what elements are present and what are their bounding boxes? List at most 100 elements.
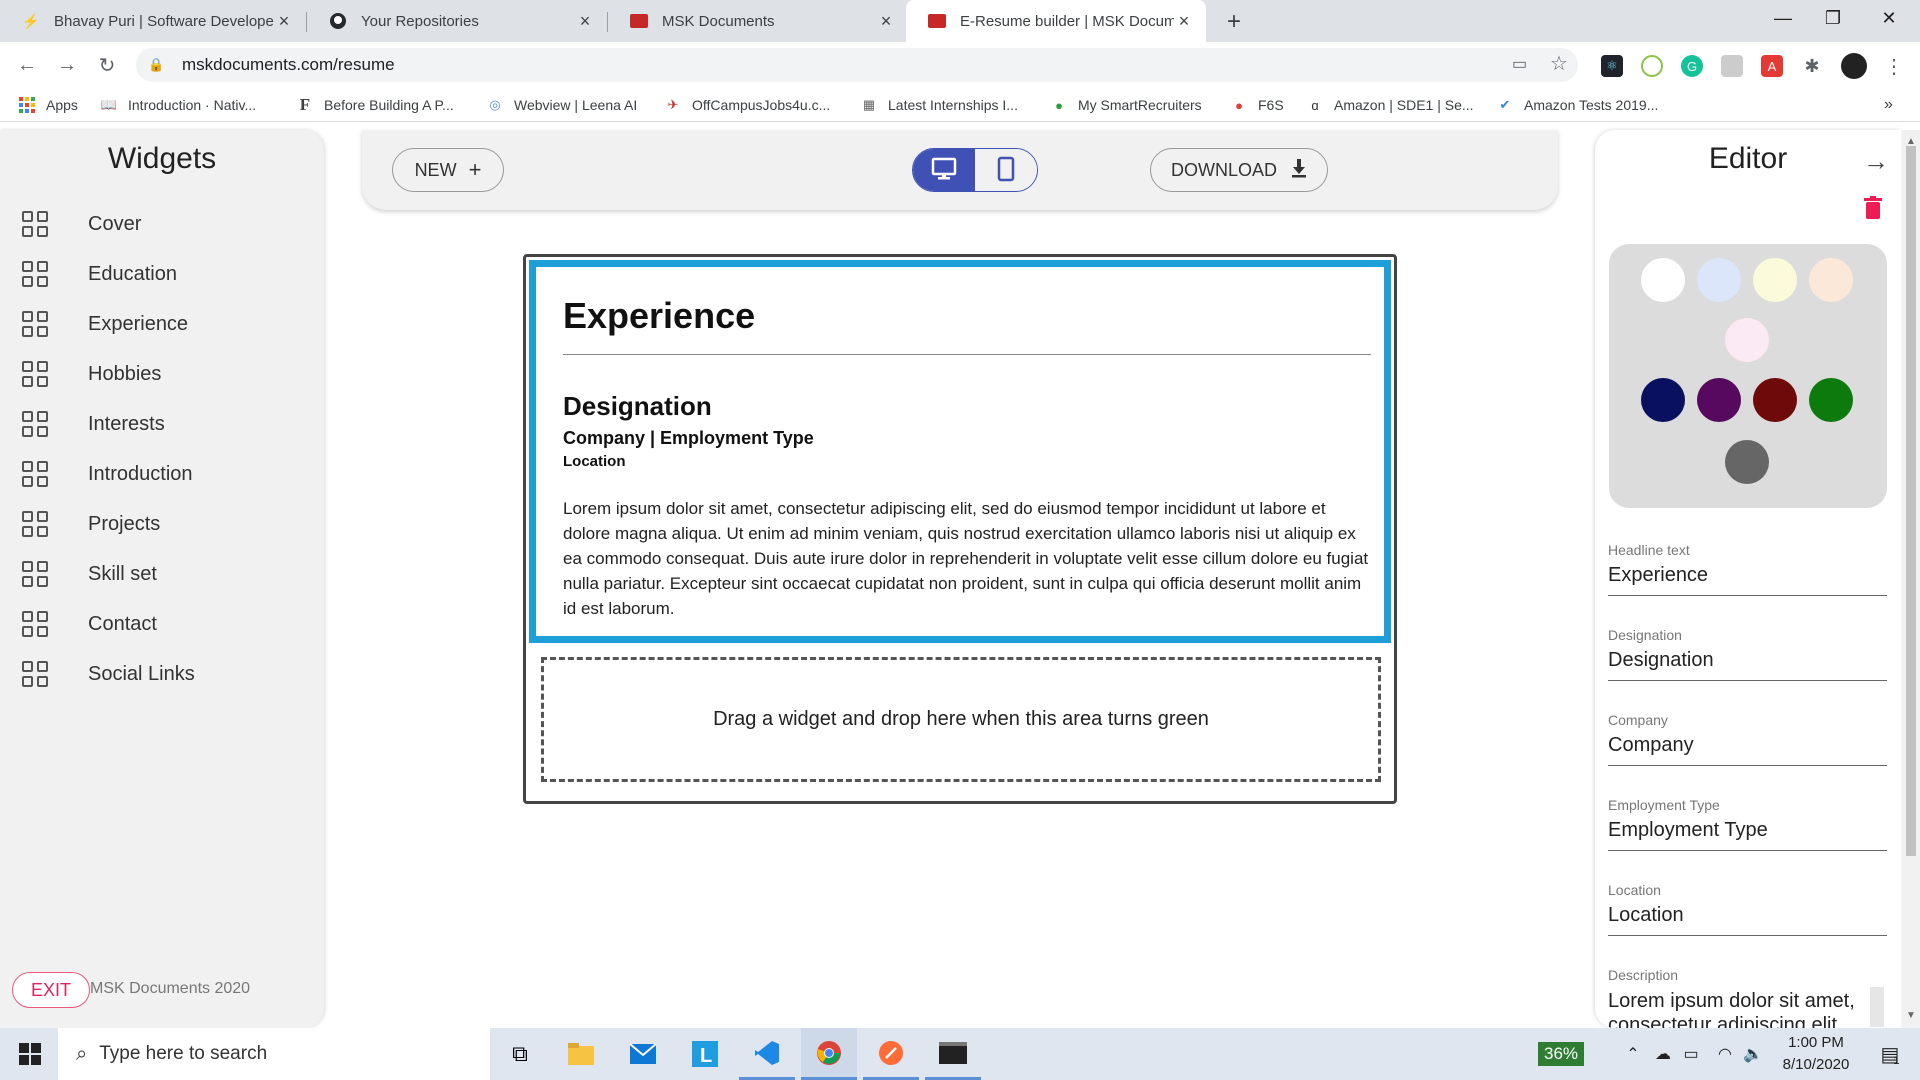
- widget-drop-zone[interactable]: Drag a widget and drop here when this ar…: [541, 657, 1381, 782]
- color-swatch-white[interactable]: [1641, 258, 1685, 302]
- close-window-icon[interactable]: ✕: [1866, 0, 1912, 36]
- bookmark-amazon-tests[interactable]: ✔ Amazon Tests 2019...: [1496, 94, 1659, 116]
- bookmark-f6s[interactable]: ● F6S: [1230, 94, 1284, 116]
- widget-projects[interactable]: Projects: [22, 507, 160, 541]
- field-value[interactable]: Employment Type: [1608, 819, 1868, 842]
- widget-skill-set[interactable]: Skill set: [22, 557, 157, 591]
- widget-interests[interactable]: Interests: [22, 407, 165, 441]
- color-swatch-light-blue[interactable]: [1697, 258, 1741, 302]
- chevron-up-icon[interactable]: ⌃: [1620, 1028, 1646, 1080]
- close-icon[interactable]: ×: [575, 11, 595, 32]
- back-arrow-icon[interactable]: ←: [12, 50, 42, 80]
- chrome-icon[interactable]: [801, 1028, 857, 1080]
- terminal-icon[interactable]: [925, 1028, 981, 1080]
- field-value[interactable]: Experience: [1608, 564, 1868, 587]
- url-input[interactable]: 🔒 mskdocuments.com/resume: [136, 48, 1578, 82]
- volume-icon[interactable]: 🔈: [1740, 1028, 1766, 1080]
- new-tab-button[interactable]: +: [1220, 8, 1248, 36]
- forward-arrow-icon[interactable]: →: [52, 50, 82, 80]
- color-swatch-gray[interactable]: [1725, 440, 1769, 484]
- widget-cover[interactable]: Cover: [22, 207, 141, 241]
- notifications-icon[interactable]: ▤ 1: [1868, 1028, 1912, 1080]
- bookmark-offcampusjobs[interactable]: ✈ OffCampusJobs4u.c...: [664, 94, 831, 116]
- field-value[interactable]: Company: [1608, 734, 1868, 757]
- color-swatch-light-peach[interactable]: [1809, 258, 1853, 302]
- react-devtools-icon[interactable]: ⚛: [1601, 55, 1623, 77]
- bookmark-smartrecruiters[interactable]: ● My SmartRecruiters: [1050, 94, 1202, 116]
- restore-icon[interactable]: ❐: [1810, 0, 1856, 36]
- color-swatch-purple[interactable]: [1697, 378, 1741, 422]
- battery-meter[interactable]: 36%: [1530, 1028, 1592, 1080]
- extension-icon[interactable]: [1641, 55, 1663, 77]
- download-button[interactable]: DOWNLOAD: [1150, 148, 1328, 192]
- close-icon[interactable]: ×: [274, 11, 294, 32]
- widget-contact[interactable]: Contact: [22, 607, 157, 641]
- avatar[interactable]: [1841, 53, 1867, 79]
- more-bookmarks-icon[interactable]: »: [1884, 94, 1893, 116]
- widget-hobbies[interactable]: Hobbies: [22, 357, 161, 391]
- color-swatch-light-yellow[interactable]: [1753, 258, 1797, 302]
- clock[interactable]: 1:00 PM 8/10/2020: [1766, 1028, 1866, 1080]
- file-explorer-icon[interactable]: [553, 1028, 609, 1080]
- textarea-scrollbar[interactable]: [1870, 987, 1884, 1027]
- color-swatch-navy[interactable]: [1641, 378, 1685, 422]
- mobile-view-button[interactable]: [975, 149, 1037, 191]
- headline-text-field[interactable]: Headline text Experience: [1608, 542, 1887, 596]
- field-value[interactable]: Location: [1608, 904, 1868, 927]
- extension-icon[interactable]: [1721, 55, 1743, 77]
- color-swatch-green[interactable]: [1809, 378, 1853, 422]
- new-button[interactable]: NEW +: [392, 148, 504, 192]
- bookmark-introduction[interactable]: 📖 Introduction · Nativ...: [100, 94, 256, 116]
- field-value[interactable]: Designation: [1608, 649, 1868, 672]
- widget-experience[interactable]: Experience: [22, 307, 188, 341]
- taskbar-search-input[interactable]: ⌕ Type here to search: [58, 1028, 490, 1080]
- reload-icon[interactable]: ↻: [92, 50, 122, 80]
- windows-start-icon[interactable]: [2, 1028, 58, 1080]
- scroll-down-icon[interactable]: ▼: [1906, 1010, 1916, 1021]
- color-swatch-maroon[interactable]: [1753, 378, 1797, 422]
- bookmark-star-icon[interactable]: ☆: [1550, 51, 1574, 75]
- pdf-icon[interactable]: A: [1761, 55, 1783, 77]
- onedrive-icon[interactable]: ☁: [1650, 1028, 1676, 1080]
- widget-social-links[interactable]: Social Links: [22, 657, 195, 691]
- bookmark-webview[interactable]: ◎ Webview | Leena AI: [486, 94, 637, 116]
- collapse-arrow-icon[interactable]: →: [1863, 146, 1889, 177]
- tab-bhavay-puri[interactable]: ⚡ Bhavay Puri | Software Developer ×: [0, 0, 306, 42]
- vscode-icon[interactable]: [739, 1028, 795, 1080]
- company-field[interactable]: Company Company: [1608, 712, 1887, 766]
- description-field[interactable]: Description Lorem ipsum dolor sit amet, …: [1608, 967, 1887, 1028]
- desktop-view-button[interactable]: [913, 149, 975, 191]
- designation-field[interactable]: Designation Designation: [1608, 627, 1887, 681]
- menu-kebab-icon[interactable]: ⋮: [1883, 55, 1905, 78]
- tab-your-repositories[interactable]: Your Repositories ×: [307, 0, 607, 42]
- widget-education[interactable]: Education: [22, 257, 177, 291]
- puzzle-icon[interactable]: ✱: [1801, 55, 1823, 77]
- widget-introduction[interactable]: Introduction: [22, 457, 193, 491]
- tab-msk-documents[interactable]: MSK Documents ×: [608, 0, 908, 42]
- field-value[interactable]: Lorem ipsum dolor sit amet, consectetur …: [1608, 989, 1863, 1028]
- bookmark-apps[interactable]: Apps: [18, 94, 78, 116]
- app-l-icon[interactable]: L: [677, 1028, 733, 1080]
- task-view-icon[interactable]: ⧉: [492, 1028, 548, 1080]
- mail-icon[interactable]: [615, 1028, 671, 1080]
- minimize-icon[interactable]: —: [1760, 0, 1806, 36]
- location-field[interactable]: Location Location: [1608, 882, 1887, 936]
- tab-e-resume-builder[interactable]: E-Resume builder | MSK Docume ×: [906, 0, 1206, 42]
- wifi-icon[interactable]: ◠: [1712, 1028, 1738, 1080]
- scrollbar-thumb[interactable]: [1906, 146, 1916, 856]
- employment-type-field[interactable]: Employment Type Employment Type: [1608, 797, 1887, 851]
- exit-button[interactable]: EXIT: [12, 972, 90, 1008]
- bookmark-latest-internships[interactable]: ▦ Latest Internships I...: [860, 94, 1018, 116]
- battery-icon[interactable]: ▭: [1678, 1028, 1704, 1080]
- close-icon[interactable]: ×: [1174, 11, 1194, 32]
- install-app-icon[interactable]: ▭: [1512, 54, 1536, 76]
- postman-icon[interactable]: [863, 1028, 919, 1080]
- color-swatch-light-pink[interactable]: [1725, 318, 1769, 362]
- experience-section[interactable]: Experience Designation Company | Employm…: [529, 260, 1391, 643]
- grammarly-icon[interactable]: G: [1681, 55, 1703, 77]
- trash-icon[interactable]: [1863, 196, 1883, 225]
- bookmark-before-building[interactable]: F Before Building A P...: [296, 94, 454, 116]
- bookmark-amazon-sde1[interactable]: ɑ Amazon | SDE1 | Se...: [1306, 94, 1473, 116]
- close-icon[interactable]: ×: [876, 11, 896, 32]
- page-scrollbar[interactable]: ▲ ▼: [1902, 130, 1920, 1028]
